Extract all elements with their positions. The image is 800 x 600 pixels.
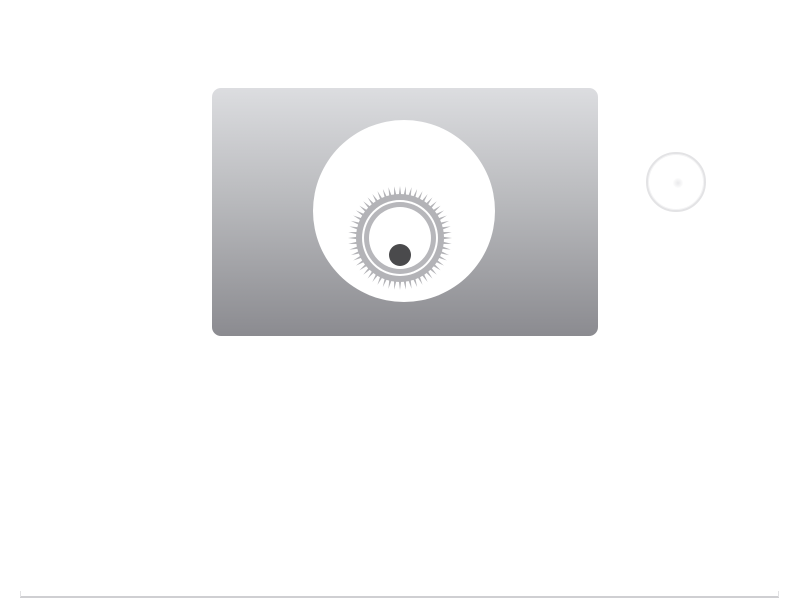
page xyxy=(0,0,800,600)
pupil-dot-icon xyxy=(389,244,411,266)
camera-card xyxy=(212,88,598,336)
bottom-divider xyxy=(20,591,779,598)
circle-button[interactable] xyxy=(646,152,706,212)
circle-button-icon xyxy=(673,178,683,188)
camera-lens-icon xyxy=(313,120,495,302)
